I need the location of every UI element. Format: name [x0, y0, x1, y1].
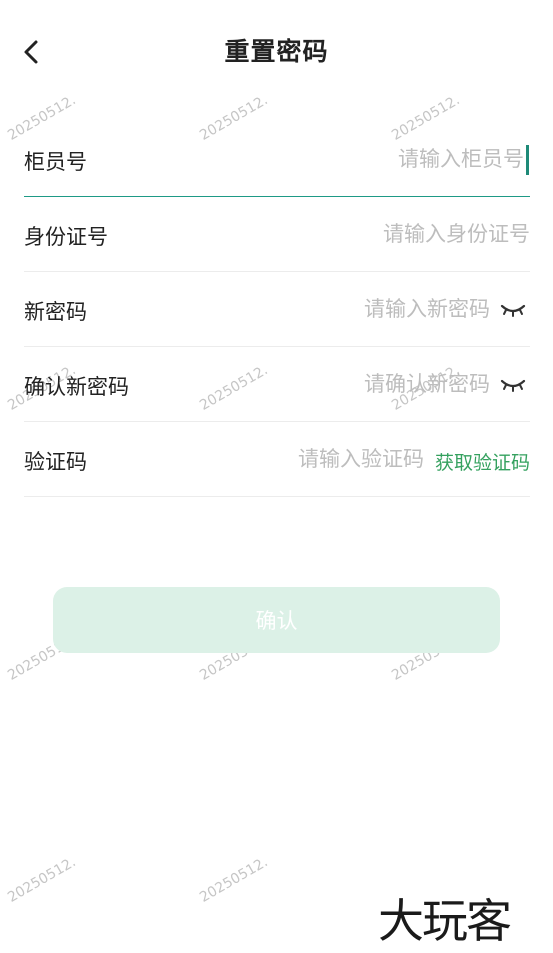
- hide-password-toggle[interactable]: [500, 300, 526, 320]
- header: 重置密码: [0, 0, 553, 104]
- confirm-button[interactable]: 确认: [53, 587, 500, 653]
- watermark: 20250512.: [197, 854, 271, 906]
- page-title: 重置密码: [224, 37, 329, 66]
- brand-logo: 大玩客: [378, 894, 512, 948]
- id-number-input[interactable]: [210, 217, 530, 251]
- reset-password-form: 柜员号 身份证号 新密码 确认新密码: [24, 122, 530, 497]
- teller-id-input[interactable]: [224, 142, 524, 176]
- new-password-row: 新密码: [24, 272, 530, 347]
- id-number-label: 身份证号: [24, 225, 108, 249]
- teller-id-row: 柜员号: [24, 122, 530, 197]
- new-password-label: 新密码: [24, 300, 87, 324]
- confirm-password-row: 确认新密码: [24, 347, 530, 422]
- eye-closed-icon: [500, 304, 526, 317]
- verify-code-label: 验证码: [24, 450, 87, 474]
- eye-closed-icon: [500, 379, 526, 392]
- verify-code-input[interactable]: [184, 442, 424, 476]
- new-password-input[interactable]: [210, 292, 490, 326]
- verify-code-row: 验证码 获取验证码: [24, 422, 530, 497]
- teller-id-label: 柜员号: [24, 150, 87, 174]
- text-cursor: [526, 145, 529, 175]
- get-code-button[interactable]: 获取验证码: [435, 448, 530, 475]
- confirm-password-input[interactable]: [210, 367, 490, 401]
- confirm-password-label: 确认新密码: [24, 375, 129, 399]
- id-number-row: 身份证号: [24, 197, 530, 272]
- watermark: 20250512.: [5, 854, 79, 906]
- hide-password-toggle[interactable]: [500, 375, 526, 395]
